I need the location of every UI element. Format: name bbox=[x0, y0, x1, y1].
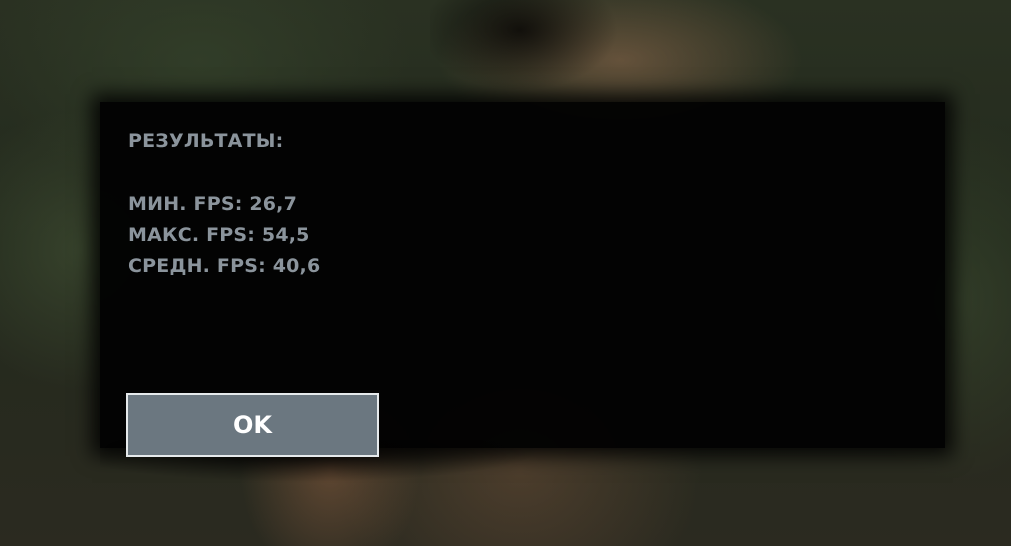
ok-button[interactable]: OK bbox=[126, 393, 379, 457]
average-fps-stat: СРЕДН. FPS: 40,6 bbox=[128, 255, 321, 277]
results-heading: РЕЗУЛЬТАТЫ: bbox=[128, 130, 284, 152]
character-hair-background bbox=[430, 0, 690, 110]
ok-button-label: OK bbox=[233, 411, 272, 439]
max-fps-stat: МАКС. FPS: 54,5 bbox=[128, 224, 310, 246]
game-background-scene: РЕЗУЛЬТАТЫ: МИН. FPS: 26,7 МАКС. FPS: 54… bbox=[0, 0, 1011, 546]
min-fps-stat: МИН. FPS: 26,7 bbox=[128, 193, 298, 215]
